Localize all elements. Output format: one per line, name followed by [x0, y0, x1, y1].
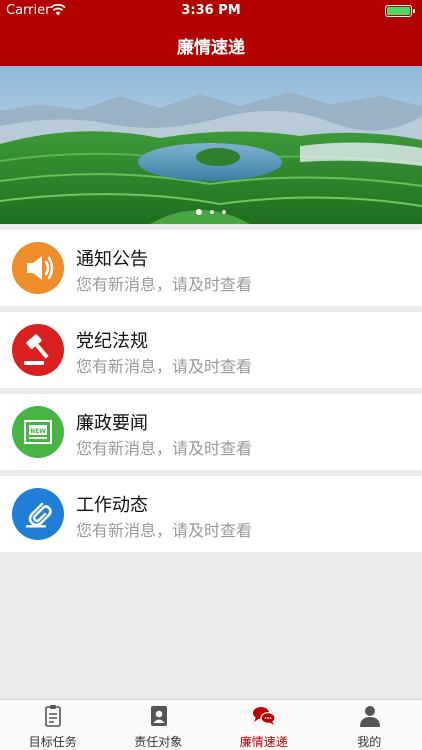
contacts-icon	[150, 706, 167, 726]
banner-image	[0, 66, 422, 224]
item-subtitle: 您有新消息，请及时查看	[76, 439, 253, 458]
list-item-regulations[interactable]: 党纪法规 您有新消息，请及时查看	[0, 312, 422, 388]
battery-icon	[385, 5, 415, 17]
item-title: 工作动态	[76, 495, 148, 516]
tab-bar: 目标任务 责任对象 廉情速递 我的	[0, 699, 422, 750]
list-item-notice[interactable]: 通知公告 您有新消息，请及时查看	[0, 230, 422, 306]
tab-targets[interactable]: 目标任务	[0, 700, 106, 750]
person-icon	[359, 706, 380, 727]
clipboard-icon	[45, 705, 61, 727]
page-title: 廉情速递	[177, 38, 245, 58]
tab-label: 目标任务	[28, 735, 77, 749]
top-bar: Carrier 3:36 PM 廉情速递	[0, 0, 422, 66]
paperclip-icon	[12, 488, 64, 540]
gavel-icon	[12, 324, 64, 376]
banner-carousel[interactable]	[0, 66, 422, 224]
chat-bubbles-icon	[253, 707, 276, 725]
item-subtitle: 您有新消息，请及时查看	[76, 275, 253, 294]
svg-text:NEW: NEW	[30, 428, 46, 435]
tab-label: 我的	[357, 735, 382, 749]
tab-responsible[interactable]: 责任对象	[106, 700, 212, 750]
speaker-icon	[12, 242, 64, 294]
status-bar: Carrier 3:36 PM	[0, 0, 422, 22]
carousel-dot[interactable]	[210, 210, 214, 214]
list-item-news[interactable]: NEW 廉政要闻 您有新消息，请及时查看	[0, 394, 422, 470]
item-subtitle: 您有新消息，请及时查看	[76, 521, 253, 540]
tab-integrity-news[interactable]: 廉情速递	[211, 700, 317, 750]
status-time: 3:36 PM	[181, 3, 241, 18]
tab-label: 廉情速递	[239, 735, 288, 749]
tab-label: 责任对象	[134, 735, 183, 749]
message-list: 通知公告 您有新消息，请及时查看 党纪法规 您有新消息，请及时查看 NEW 廉政…	[0, 230, 422, 558]
list-item-work-updates[interactable]: 工作动态 您有新消息，请及时查看	[0, 476, 422, 552]
news-icon: NEW	[12, 406, 64, 458]
tab-mine[interactable]: 我的	[317, 700, 422, 750]
carousel-dot[interactable]	[222, 210, 226, 214]
battery-level	[387, 7, 410, 15]
carousel-dots[interactable]	[0, 209, 422, 215]
item-subtitle: 您有新消息，请及时查看	[76, 357, 253, 376]
item-title: 党纪法规	[76, 331, 148, 352]
carousel-dot[interactable]	[196, 209, 202, 215]
item-title: 廉政要闻	[76, 413, 148, 434]
item-title: 通知公告	[76, 249, 148, 270]
